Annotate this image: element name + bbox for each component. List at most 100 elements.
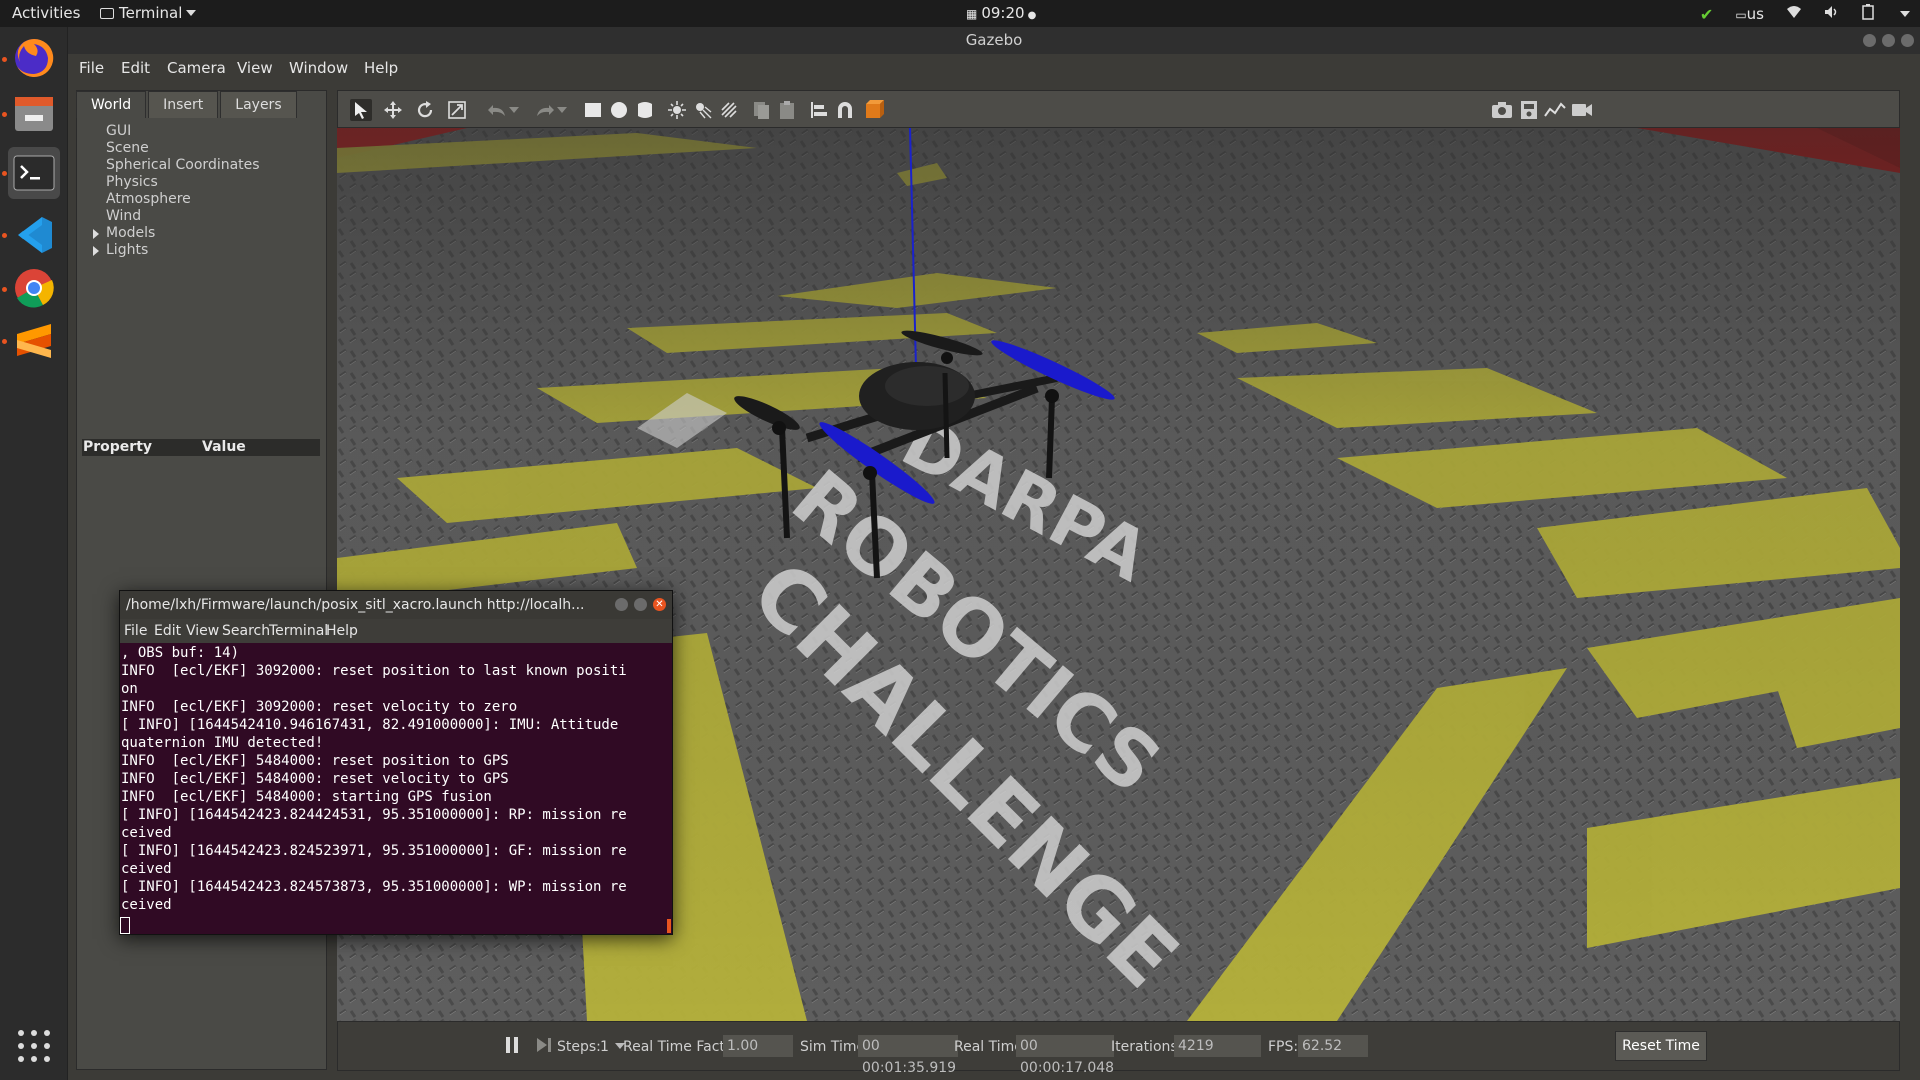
steps-value: 1 [600,1039,609,1055]
tree-item-physics[interactable]: Physics [90,174,260,191]
volume-icon[interactable] [1824,5,1840,23]
chevron-down-icon [186,10,197,16]
translate-mode-icon[interactable] [382,99,404,121]
tree-item-gui[interactable]: GUI [90,123,260,140]
running-indicator [2,112,7,117]
iterations-label: Iterations: [1111,1039,1183,1055]
property-column-header: Property [83,439,153,455]
system-menu-chevron-icon[interactable] [1900,11,1910,17]
step-icon[interactable] [536,1037,552,1057]
gazebo-titlebar[interactable]: Gazebo [68,27,1920,54]
tab-layers[interactable]: Layers [220,91,297,118]
tree-item-spherical-coordinates[interactable]: Spherical Coordinates [90,157,260,174]
maximize-button[interactable] [1882,34,1895,47]
sphere-shape-icon[interactable] [608,99,630,121]
screenshot-icon[interactable] [1491,99,1513,121]
point-light-icon[interactable] [666,99,688,121]
show-applications-icon[interactable] [18,1030,50,1062]
value-column-header: Value [202,439,246,455]
box-shape-icon[interactable] [582,99,604,121]
menu-edit[interactable]: Edit [121,59,150,77]
terminal-line: quaternion IMU detected! [121,735,324,751]
tree-item-scene[interactable]: Scene [90,140,260,157]
video-record-icon[interactable] [1571,99,1593,121]
chrome-icon[interactable] [8,262,60,314]
tree-item-lights[interactable]: Lights [90,242,260,259]
redo-history-chevron-icon[interactable] [556,99,568,121]
terminal-menu-view[interactable]: View [186,623,219,639]
paste-icon[interactable] [776,99,798,121]
terminal-maximize-button[interactable] [634,598,647,611]
fps-label: FPS: [1268,1039,1299,1055]
running-indicator [2,57,7,62]
steps-label: Steps: [557,1039,601,1055]
menu-window[interactable]: Window [289,59,348,77]
terminal-menu-search[interactable]: Search [222,623,270,639]
tree-item-models[interactable]: Models [90,225,260,242]
steps-spinner[interactable]: 1 [600,1039,625,1055]
reset-time-button[interactable]: Reset Time [1615,1031,1707,1061]
wifi-icon[interactable] [1786,5,1802,23]
terminal-output[interactable]: , OBS buf: 14) INFO [ecl/EKF] 3092000: re… [120,643,672,935]
menu-help[interactable]: Help [364,59,398,77]
sublime-text-icon[interactable] [8,315,60,367]
plot-icon[interactable] [1544,99,1566,121]
terminal-menu-file[interactable]: File [124,623,147,639]
tab-insert[interactable]: Insert [148,91,219,118]
tree-item-wind[interactable]: Wind [90,208,260,225]
tab-world[interactable]: World [76,91,147,118]
keyboard-layout-label: us [1746,5,1764,23]
terminal-menu-edit[interactable]: Edit [154,623,181,639]
terminal-minimize-button[interactable] [615,598,628,611]
directional-light-icon[interactable] [718,99,740,121]
select-mode-icon[interactable] [350,99,372,121]
clock[interactable]: ▦ 09:20 ● [966,4,1036,22]
snap-icon[interactable] [834,99,856,121]
firefox-icon[interactable] [8,32,60,84]
left-panel-tabs: World Insert Layers [76,91,299,118]
battery-icon[interactable] [1862,4,1874,24]
terminal-close-button[interactable]: ✕ [653,598,666,611]
redo-icon[interactable] [534,99,556,121]
menu-camera[interactable]: Camera [167,59,226,77]
tree-item-atmosphere[interactable]: Atmosphere [90,191,260,208]
running-indicator [2,287,7,292]
undo-icon[interactable] [486,99,508,121]
close-button[interactable] [1901,34,1914,47]
files-icon[interactable] [8,87,60,139]
align-icon[interactable] [808,99,830,121]
rotate-mode-icon[interactable] [414,99,436,121]
scale-mode-icon[interactable] [446,99,468,121]
activities-button[interactable]: Activities [12,4,80,22]
cylinder-shape-icon[interactable] [634,99,656,121]
app-menu[interactable]: Terminal [100,4,197,22]
menu-view[interactable]: View [237,59,273,77]
terminal-app-icon[interactable] [8,147,60,199]
running-indicator [2,233,7,238]
clock-time: 09:20 [981,4,1025,22]
fps-field: 62.52 [1298,1035,1368,1057]
update-icon[interactable]: ✔ [1700,5,1713,24]
terminal-line: , OBS buf: 14) [121,645,240,661]
top-bar: Activities Terminal ▦ 09:20 ● ✔ ▭us [0,0,1920,27]
terminal-menu-terminal[interactable]: Terminal [269,623,328,639]
terminal-line: [ INFO] [1644542410.946167431, 82.491000… [121,717,619,733]
terminal-titlebar[interactable]: /home/lxh/Firmware/launch/posix_sitl_xac… [120,591,672,619]
dock [0,27,68,1080]
terminal-window: /home/lxh/Firmware/launch/posix_sitl_xac… [119,590,673,935]
log-data-icon[interactable] [1518,99,1540,121]
vscode-icon[interactable] [8,209,60,261]
terminal-line: [ INFO] [1644542423.824573873, 95.351000… [121,879,627,895]
terminal-scrollbar[interactable] [667,919,671,933]
minimize-button[interactable] [1863,34,1876,47]
copy-icon[interactable] [750,99,772,121]
keyboard-layout[interactable]: ▭us [1735,5,1764,23]
menu-file[interactable]: File [79,59,104,77]
view-angle-icon[interactable] [864,99,886,121]
terminal-menu-help[interactable]: Help [326,623,358,639]
spot-light-icon[interactable] [692,99,714,121]
pause-icon[interactable] [504,1035,520,1055]
iterations-field: 4219 [1174,1035,1261,1057]
undo-history-chevron-icon[interactable] [508,99,520,121]
running-indicator [2,171,7,176]
